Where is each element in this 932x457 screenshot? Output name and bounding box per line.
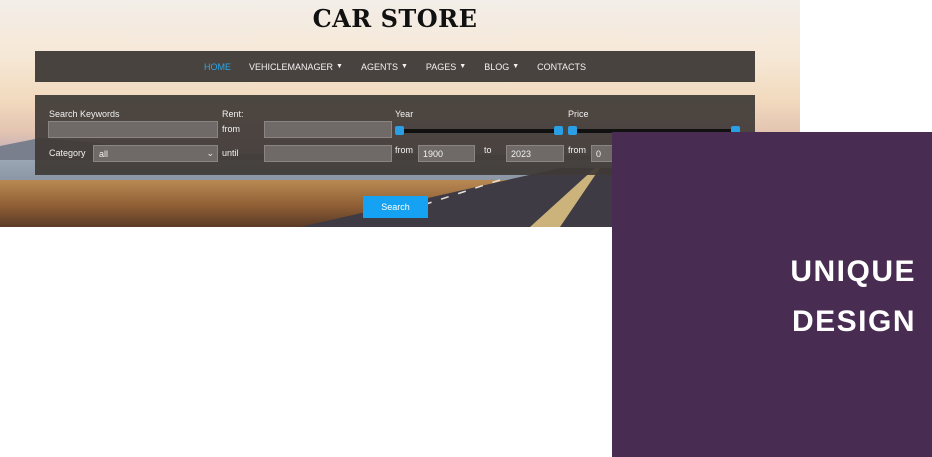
rent-until-label: until xyxy=(222,148,239,158)
nav-item-pages[interactable]: PAGES ▼ xyxy=(417,62,475,72)
caret-down-icon: ▼ xyxy=(336,63,343,70)
nav-item-label: VEHICLEMANAGER xyxy=(248,61,334,72)
year-slider-min-handle[interactable] xyxy=(395,126,404,135)
keywords-label: Search Keywords xyxy=(49,109,120,119)
year-to-label: to xyxy=(484,145,492,155)
year-to-input[interactable]: 2023 xyxy=(506,145,564,162)
chevron-down-icon: ⌄ xyxy=(206,148,214,158)
rent-until-input[interactable] xyxy=(264,145,392,162)
rent-from-input[interactable] xyxy=(264,121,392,138)
nav-item-label: AGENTS xyxy=(360,61,398,72)
nav-item-label: PAGES xyxy=(425,61,457,72)
nav-item-blog[interactable]: BLOG ▼ xyxy=(475,62,528,72)
keywords-input[interactable] xyxy=(48,121,218,138)
store-title: CAR STORE xyxy=(312,4,478,33)
category-label: Category xyxy=(49,148,86,158)
year-from-label: from xyxy=(395,145,413,155)
nav-item-agents[interactable]: AGENTS ▼ xyxy=(352,62,417,72)
rent-from-label: from xyxy=(222,124,240,134)
category-select[interactable]: all ⌄ xyxy=(93,145,218,162)
caret-down-icon: ▼ xyxy=(512,63,520,70)
search-button[interactable]: Search xyxy=(363,196,428,218)
nav-item-contacts[interactable]: CONTACTS xyxy=(528,62,595,72)
price-label: Price xyxy=(568,109,589,119)
price-from-label: from xyxy=(568,145,586,155)
year-from-input[interactable]: 1900 xyxy=(418,145,475,162)
nav-item-label: HOME xyxy=(203,61,231,72)
promo-line-2: DESIGN xyxy=(791,305,916,338)
main-navigation: HOME VEHICLEMANAGER ▼ AGENTS ▼ PAGES ▼ B… xyxy=(35,51,755,82)
nav-item-vehiclemanager[interactable]: VEHICLEMANAGER ▼ xyxy=(240,62,352,72)
caret-down-icon: ▼ xyxy=(400,63,408,70)
year-label: Year xyxy=(395,109,414,119)
nav-item-label: BLOG xyxy=(484,61,510,72)
nav-item-label: CONTACTS xyxy=(537,61,586,72)
year-slider-max-handle[interactable] xyxy=(554,126,563,135)
category-select-value: all xyxy=(99,149,109,159)
caret-down-icon: ▼ xyxy=(459,63,467,70)
nav-item-home[interactable]: HOME xyxy=(195,62,240,72)
rent-label: Rent: xyxy=(222,109,244,119)
promo-box: UNIQUE DESIGN xyxy=(612,132,932,457)
promo-line-1: UNIQUE xyxy=(790,255,916,288)
price-slider-min-handle[interactable] xyxy=(568,126,577,135)
year-slider-track[interactable] xyxy=(399,129,559,133)
